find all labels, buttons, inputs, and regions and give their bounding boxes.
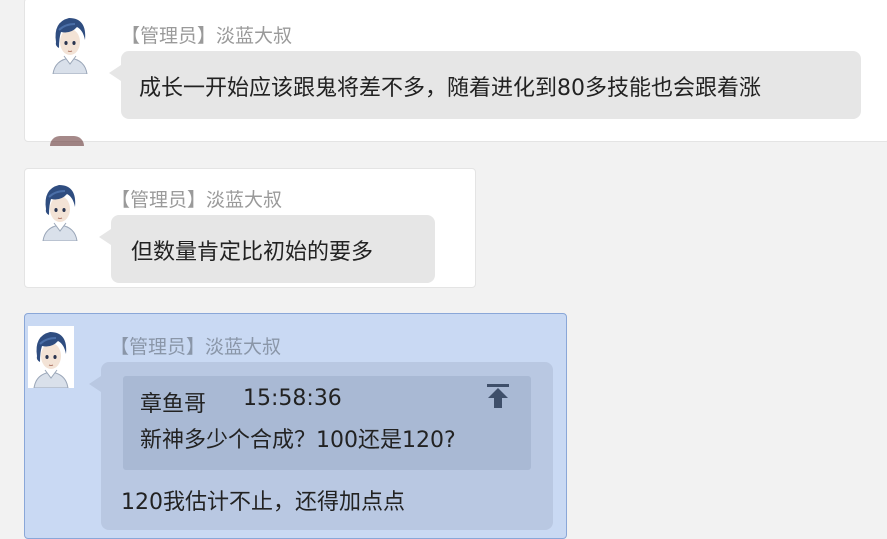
- message-bubble[interactable]: 但数量肯定比初始的要多: [99, 215, 435, 283]
- message-card-1[interactable]: 【管理员】淡蓝大叔 成长一开始应该跟鬼将差不多，随着进化到80多技能也会跟着涨: [24, 0, 887, 142]
- quote-author: 章鱼哥: [140, 392, 207, 417]
- sender-name: 【管理员】淡蓝大叔: [111, 189, 283, 211]
- sender-name: 【管理员】淡蓝大叔: [121, 25, 293, 47]
- message-bubble[interactable]: 章鱼哥 15:58:36 新神多少个合成？100还是120? 120我估计不止，…: [89, 362, 553, 530]
- quote-text: 新神多少个合成？100还是120?: [140, 428, 456, 453]
- avatar-icon[interactable]: [28, 326, 74, 388]
- message-text: 成长一开始应该跟鬼将差不多，随着进化到80多技能也会跟着涨: [139, 76, 761, 101]
- quoted-message[interactable]: 章鱼哥 15:58:36 新神多少个合成？100还是120?: [123, 376, 531, 470]
- avatar-icon: [50, 136, 84, 146]
- sender-name: 【管理员】淡蓝大叔: [110, 336, 282, 358]
- quote-time: 15:58:36: [243, 386, 342, 411]
- avatar-icon[interactable]: [47, 12, 93, 74]
- jump-to-original-icon[interactable]: [485, 382, 511, 410]
- avatar-icon[interactable]: [37, 179, 83, 241]
- message-bubble[interactable]: 成长一开始应该跟鬼将差不多，随着进化到80多技能也会跟着涨: [109, 51, 861, 119]
- message-card-2[interactable]: 【管理员】淡蓝大叔 但数量肯定比初始的要多: [24, 168, 476, 288]
- message-text: 120我估计不止，还得加点点: [121, 490, 405, 515]
- message-card-3[interactable]: 【管理员】淡蓝大叔 章鱼哥 15:58:36 新神多少个合成？100还是120?…: [24, 313, 567, 539]
- message-text: 但数量肯定比初始的要多: [131, 240, 374, 265]
